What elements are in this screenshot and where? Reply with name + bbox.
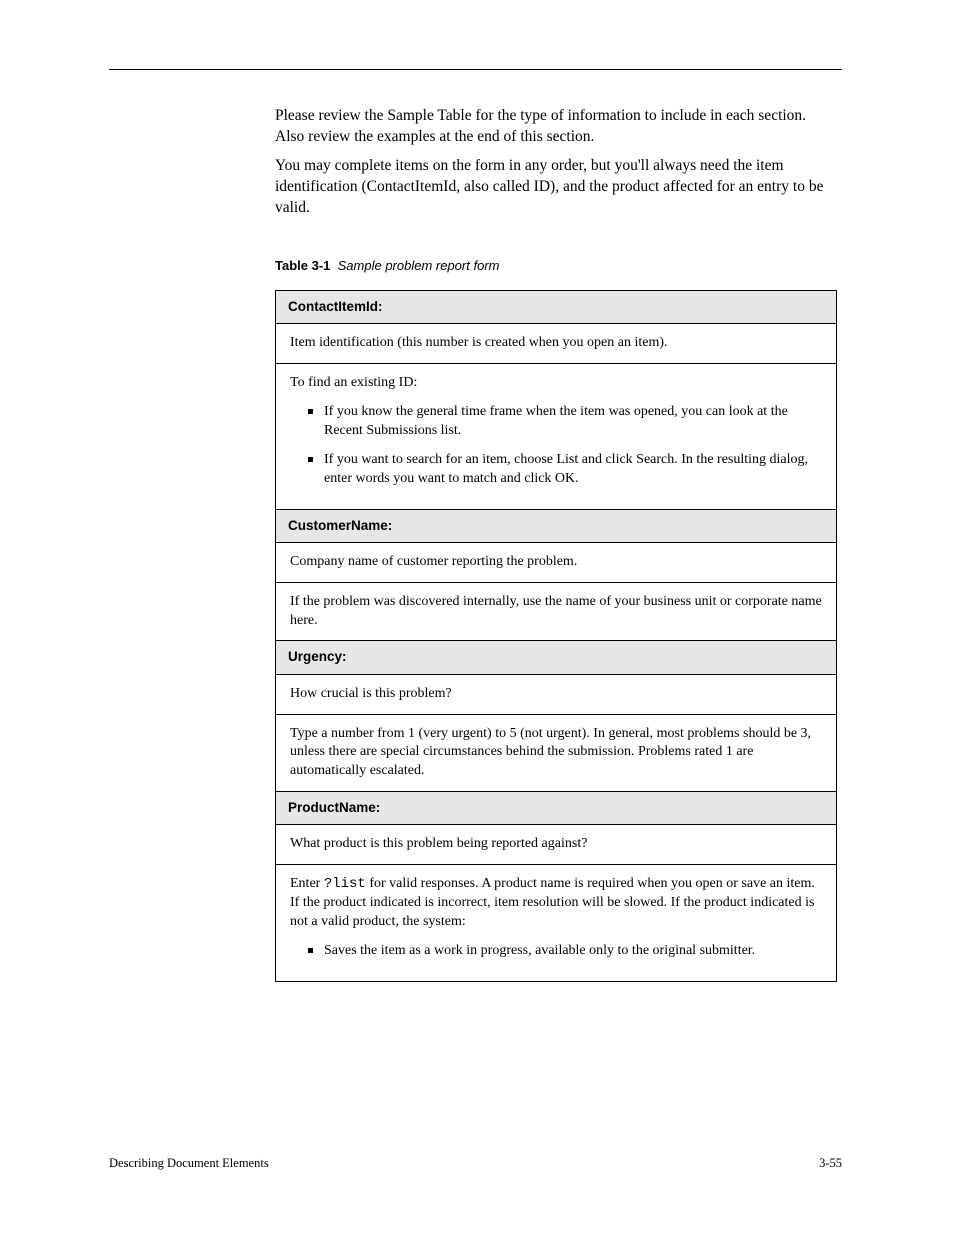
list-item: If you want to search for an item, choos… xyxy=(290,451,822,489)
section-row: If the problem was discovered internally… xyxy=(276,582,836,641)
intro-paragraph-2: You may complete items on the form in an… xyxy=(275,156,836,219)
problem-report-table: ContactItemId: Item identification (this… xyxy=(275,290,837,982)
section-row: What product is this problem being repor… xyxy=(276,824,836,864)
list-item: If you know the general time frame when … xyxy=(290,403,822,441)
intro-block: Please review the Sample Table for the t… xyxy=(275,106,836,219)
row-text: If the problem was discovered internally… xyxy=(290,594,822,628)
footer-left: Describing Document Elements xyxy=(109,1156,269,1171)
list-item: Saves the item as a work in progress, av… xyxy=(290,942,822,961)
row-text: Item identification (this number is crea… xyxy=(290,335,668,350)
row-text: What product is this problem being repor… xyxy=(290,836,587,851)
row-text: Company name of customer reporting the p… xyxy=(290,554,577,569)
footer-right: 3-55 xyxy=(819,1156,842,1171)
bullet-list: Saves the item as a work in progress, av… xyxy=(290,942,822,961)
intro-paragraph-1: Please review the Sample Table for the t… xyxy=(275,106,836,148)
list-item-text: If you know the general time frame when … xyxy=(324,404,788,438)
bullet-list: If you know the general time frame when … xyxy=(290,403,822,489)
header-rule xyxy=(109,69,842,70)
page-footer: Describing Document Elements 3-55 xyxy=(109,1156,842,1171)
section-header: ContactItemId: xyxy=(276,291,836,323)
list-item-text: If you want to search for an item, choos… xyxy=(324,452,808,486)
table-caption-label: Table 3-1 xyxy=(275,258,330,273)
section-header: ProductName: xyxy=(276,791,836,824)
section-row: Item identification (this number is crea… xyxy=(276,323,836,363)
section-row: How crucial is this problem? xyxy=(276,674,836,714)
row-text: To find an existing ID: xyxy=(290,375,417,390)
row-text: How crucial is this problem? xyxy=(290,686,452,701)
section-header: Urgency: xyxy=(276,640,836,673)
section-header: CustomerName: xyxy=(276,509,836,542)
row-text-html: Enter ?list for valid responses. A produ… xyxy=(290,876,815,929)
row-text: Type a number from 1 (very urgent) to 5 … xyxy=(290,726,811,779)
section-row: Enter ?list for valid responses. A produ… xyxy=(276,864,836,981)
section-row: Company name of customer reporting the p… xyxy=(276,542,836,582)
section-row: To find an existing ID: If you know the … xyxy=(276,363,836,508)
table-caption-title: Sample problem report form xyxy=(338,258,500,273)
table-caption: Table 3-1 Sample problem report form xyxy=(275,258,499,273)
section-row: Type a number from 1 (very urgent) to 5 … xyxy=(276,714,836,792)
list-item-text: Saves the item as a work in progress, av… xyxy=(324,943,755,958)
